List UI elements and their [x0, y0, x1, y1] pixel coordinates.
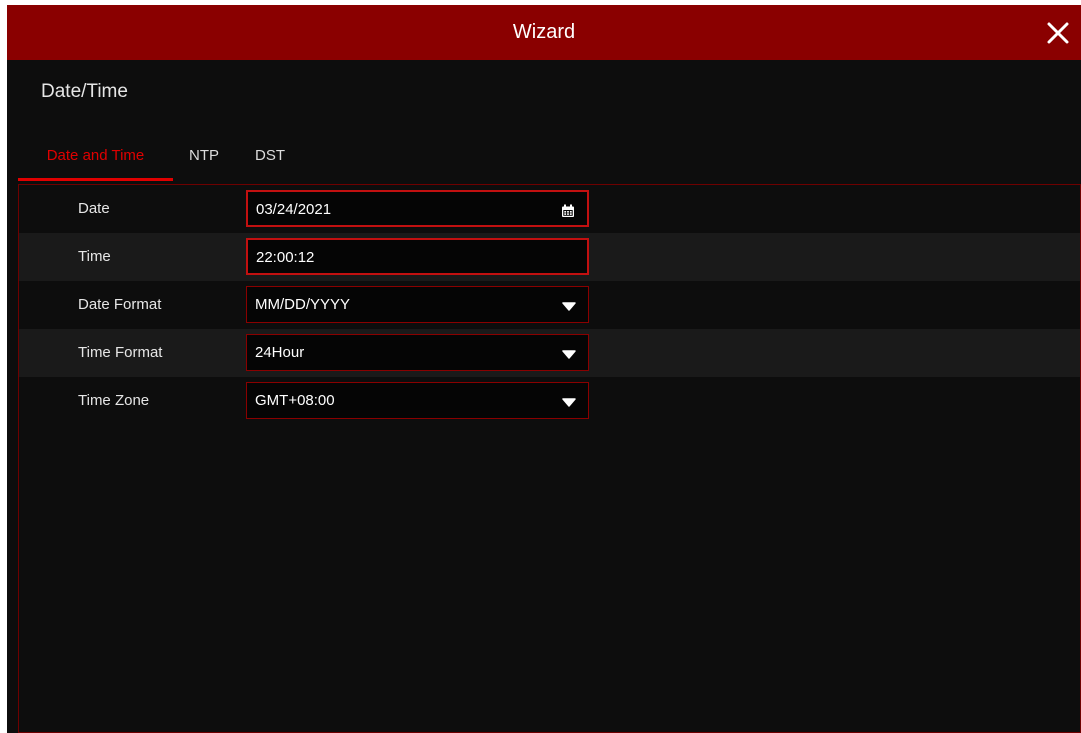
- settings-panel: Date 03/24/2021 Time 22:00:12 Date Forma…: [18, 184, 1081, 733]
- time-format-label: Time Format: [78, 344, 163, 361]
- date-format-row: Date Format MM/DD/YYYY: [19, 281, 1080, 329]
- time-value: 22:00:12: [256, 249, 315, 266]
- date-input[interactable]: 03/24/2021: [246, 190, 589, 227]
- date-value: 03/24/2021: [256, 201, 332, 218]
- dropdown-arrow-icon[interactable]: [562, 395, 576, 409]
- date-format-value: MM/DD/YYYY: [255, 296, 351, 313]
- time-format-row: Time Format 24Hour: [19, 329, 1080, 377]
- time-format-value: 24Hour: [255, 344, 305, 361]
- time-zone-row: Time Zone GMT+08:00: [19, 377, 1080, 425]
- time-input[interactable]: 22:00:12: [246, 238, 589, 275]
- date-format-label: Date Format: [78, 296, 162, 313]
- wizard-window: Wizard Date/Time Date and Time NTP DST D…: [7, 5, 1081, 733]
- section-title: Date/Time: [41, 81, 128, 102]
- time-zone-value: GMT+08:00: [255, 392, 335, 409]
- time-format-select[interactable]: 24Hour: [246, 334, 589, 371]
- dropdown-arrow-icon[interactable]: [562, 347, 576, 361]
- tab-ntp[interactable]: NTP: [189, 140, 219, 178]
- date-format-select[interactable]: MM/DD/YYYY: [246, 286, 589, 323]
- time-zone-label: Time Zone: [78, 392, 150, 409]
- time-zone-select[interactable]: GMT+08:00: [246, 382, 589, 419]
- window-title: Wizard: [512, 21, 576, 43]
- close-icon[interactable]: [1043, 18, 1073, 48]
- time-row: Time 22:00:12: [19, 233, 1080, 281]
- time-label: Time: [78, 248, 111, 265]
- tab-dst[interactable]: DST: [255, 140, 285, 178]
- dropdown-arrow-icon[interactable]: [562, 299, 576, 313]
- calendar-icon[interactable]: [561, 204, 575, 218]
- tab-date-and-time[interactable]: Date and Time: [18, 140, 173, 181]
- title-bar: Wizard: [7, 5, 1081, 60]
- date-row: Date 03/24/2021: [19, 185, 1080, 233]
- date-label: Date: [78, 200, 110, 217]
